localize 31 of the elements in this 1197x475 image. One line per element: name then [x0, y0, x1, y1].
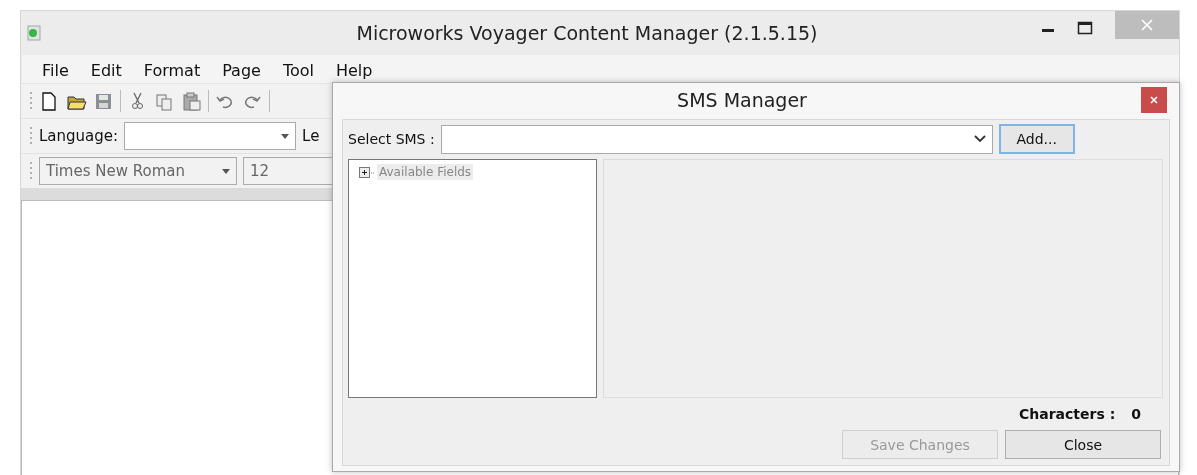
close-button[interactable]: Close [1005, 430, 1161, 459]
close-icon [1150, 96, 1158, 104]
toolbar-grip-icon [29, 125, 33, 147]
menu-item[interactable]: Help [325, 60, 385, 80]
dialog-title: SMS Manager [676, 89, 808, 111]
chevron-down-icon [973, 135, 986, 143]
font-dropdown[interactable]: Times New Roman [39, 157, 237, 185]
close-icon [1141, 19, 1153, 31]
language-dropdown[interactable] [124, 122, 297, 150]
menu-item[interactable]: Page [212, 60, 273, 80]
menu-item[interactable]: File [32, 60, 81, 80]
add-button[interactable]: Add... [998, 124, 1075, 154]
menu-item[interactable]: Edit [80, 60, 134, 80]
menu-item[interactable]: Format [133, 60, 213, 80]
characters-count: 0 [1131, 406, 1141, 422]
window-title: Microworks Voyager Content Manager (2.1.5.15) [355, 22, 819, 44]
dropdown-arrow-icon [281, 133, 290, 139]
field-label: Select SMS : [348, 131, 435, 147]
paste-icon[interactable] [181, 90, 202, 112]
app-icon [25, 24, 43, 42]
close-button[interactable] [1141, 87, 1167, 113]
field-label: Le [302, 127, 320, 145]
toolbar-grip-icon [29, 90, 33, 112]
menu-item[interactable]: Tool [272, 60, 326, 80]
toolbar-grip-icon [29, 160, 33, 182]
field-label: Language: [39, 127, 119, 145]
maximize-icon[interactable] [1077, 21, 1093, 35]
characters-label: Characters : [1019, 406, 1116, 422]
sms-dropdown[interactable] [440, 124, 993, 154]
dropdown-arrow-icon [222, 168, 230, 174]
expand-icon[interactable] [359, 166, 375, 178]
